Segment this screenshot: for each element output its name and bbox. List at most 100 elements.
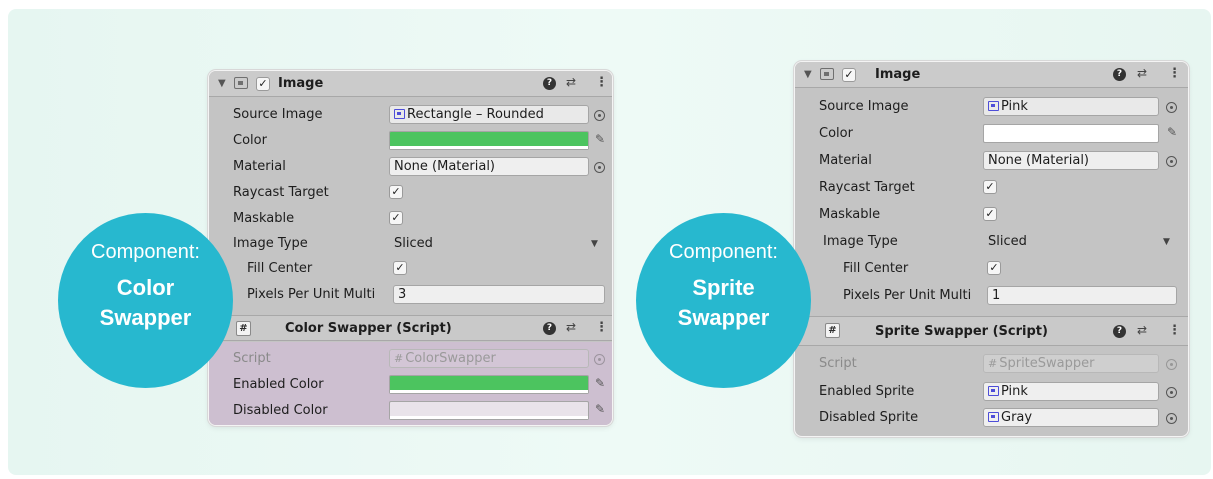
collapse-arrow-icon[interactable]: ▼ bbox=[218, 78, 226, 89]
callout-caption: Component: bbox=[91, 241, 200, 263]
enabled-sprite-value: Pink bbox=[1001, 384, 1028, 399]
help-icon[interactable]: ? bbox=[1113, 325, 1126, 338]
more-options-icon[interactable]: ⋮ bbox=[1168, 323, 1181, 338]
image-type-label: Image Type bbox=[233, 236, 308, 251]
disabled-sprite-label: Disabled Sprite bbox=[819, 410, 919, 425]
source-image-field[interactable]: Rectangle – Rounded bbox=[389, 105, 589, 124]
callout-name-line2: Swapper bbox=[677, 305, 770, 330]
pixels-per-unit-label: Pixels Per Unit Multi bbox=[247, 287, 376, 302]
object-picker-icon[interactable] bbox=[594, 110, 605, 121]
image-type-dropdown[interactable]: Sliced bbox=[389, 234, 606, 253]
sprite-swapper-callout: Component: Sprite Swapper bbox=[636, 213, 811, 388]
sprite-swapper-component-header[interactable]: # Sprite Swapper (Script) ? ⇄ ⋮ bbox=[795, 316, 1188, 346]
fill-center-label: Fill Center bbox=[247, 261, 313, 276]
more-options-icon[interactable]: ⋮ bbox=[595, 320, 608, 335]
image-type-label: Image Type bbox=[823, 234, 898, 249]
object-picker-icon[interactable] bbox=[1166, 387, 1177, 398]
preset-icon[interactable]: ⇄ bbox=[566, 320, 576, 334]
sprite-icon bbox=[394, 109, 405, 119]
help-icon[interactable]: ? bbox=[543, 77, 556, 90]
dropdown-arrow-icon[interactable]: ▼ bbox=[591, 239, 598, 249]
script-value: SpriteSwapper bbox=[999, 356, 1095, 371]
dropdown-arrow-icon[interactable]: ▼ bbox=[1163, 237, 1170, 247]
script-value: ColorSwapper bbox=[405, 351, 496, 366]
object-picker-icon[interactable] bbox=[1166, 102, 1177, 113]
source-image-value: Rectangle – Rounded bbox=[407, 107, 544, 122]
color-swatch[interactable] bbox=[983, 124, 1159, 143]
source-image-label: Source Image bbox=[819, 99, 909, 114]
callout-name: Sprite Swapper bbox=[636, 273, 811, 333]
object-picker-icon[interactable] bbox=[1166, 413, 1177, 424]
material-value: None (Material) bbox=[988, 153, 1090, 168]
component-enabled-checkbox[interactable]: ✓ bbox=[842, 68, 856, 82]
disabled-sprite-field[interactable]: Gray bbox=[983, 408, 1159, 427]
object-picker-icon[interactable] bbox=[1166, 156, 1177, 167]
help-icon[interactable]: ? bbox=[1113, 68, 1126, 81]
image-component-icon bbox=[820, 68, 834, 80]
callout-caption: Component: bbox=[669, 241, 778, 263]
material-value: None (Material) bbox=[394, 159, 496, 174]
source-image-value: Pink bbox=[1001, 99, 1028, 114]
fill-center-checkbox[interactable]: ✓ bbox=[987, 261, 1001, 275]
script-icon: # bbox=[825, 323, 840, 338]
maskable-checkbox[interactable]: ✓ bbox=[389, 211, 403, 225]
enabled-sprite-label: Enabled Sprite bbox=[819, 384, 915, 399]
component-title: Sprite Swapper (Script) bbox=[875, 324, 1048, 339]
raycast-target-checkbox[interactable]: ✓ bbox=[983, 180, 997, 194]
maskable-label: Maskable bbox=[819, 207, 881, 222]
callout-name-line2: Swapper bbox=[99, 305, 192, 330]
image-component-header[interactable]: ▼ ✓ Image ? ⇄ ⋮ bbox=[209, 71, 612, 97]
fill-center-label: Fill Center bbox=[843, 261, 909, 276]
material-field[interactable]: None (Material) bbox=[389, 157, 589, 176]
eyedropper-icon[interactable]: ✎ bbox=[595, 402, 605, 416]
preset-icon[interactable]: ⇄ bbox=[1137, 323, 1147, 337]
fill-center-checkbox[interactable]: ✓ bbox=[393, 261, 407, 275]
enabled-sprite-field[interactable]: Pink bbox=[983, 382, 1159, 401]
script-field: # SpriteSwapper bbox=[983, 354, 1159, 373]
component-title: Image bbox=[875, 67, 921, 82]
raycast-target-checkbox[interactable]: ✓ bbox=[389, 185, 403, 199]
disabled-color-swatch[interactable] bbox=[389, 401, 589, 420]
eyedropper-icon[interactable]: ✎ bbox=[595, 132, 605, 146]
inspector-panel-sprite-swapper: ▼ ✓ Image ? ⇄ ⋮ Source Image Pink Color … bbox=[794, 61, 1189, 437]
more-options-icon[interactable]: ⋮ bbox=[1168, 66, 1181, 81]
image-type-value: Sliced bbox=[394, 236, 433, 251]
disabled-color-label: Disabled Color bbox=[233, 403, 328, 418]
object-picker-icon bbox=[1166, 359, 1177, 370]
sprite-icon bbox=[988, 101, 999, 111]
image-component-header[interactable]: ▼ ✓ Image ? ⇄ ⋮ bbox=[795, 62, 1188, 88]
component-title: Image bbox=[278, 76, 324, 91]
sprite-icon bbox=[988, 386, 999, 396]
pixels-per-unit-field[interactable]: 1 bbox=[987, 286, 1177, 305]
script-label: Script bbox=[233, 351, 271, 366]
source-image-field[interactable]: Pink bbox=[983, 97, 1159, 116]
sprite-icon bbox=[988, 412, 999, 422]
more-options-icon[interactable]: ⋮ bbox=[595, 75, 608, 90]
color-swapper-component-header[interactable]: # Color Swapper (Script) ? ⇄ ⋮ bbox=[209, 315, 612, 341]
color-label: Color bbox=[233, 133, 267, 148]
script-field: # ColorSwapper bbox=[389, 349, 589, 368]
material-field[interactable]: None (Material) bbox=[983, 151, 1159, 170]
callout-name: Color Swapper bbox=[58, 273, 233, 333]
collapse-arrow-icon[interactable]: ▼ bbox=[804, 69, 812, 80]
component-title: Color Swapper (Script) bbox=[285, 321, 452, 336]
image-type-dropdown[interactable]: Sliced bbox=[983, 232, 1179, 251]
material-label: Material bbox=[819, 153, 872, 168]
help-icon[interactable]: ? bbox=[543, 322, 556, 335]
preset-icon[interactable]: ⇄ bbox=[566, 75, 576, 89]
pixels-per-unit-field[interactable]: 3 bbox=[393, 285, 605, 304]
maskable-label: Maskable bbox=[233, 211, 295, 226]
raycast-target-label: Raycast Target bbox=[233, 185, 329, 200]
maskable-checkbox[interactable]: ✓ bbox=[983, 207, 997, 221]
object-picker-icon[interactable] bbox=[594, 162, 605, 173]
enabled-color-swatch[interactable] bbox=[389, 375, 589, 394]
preset-icon[interactable]: ⇄ bbox=[1137, 66, 1147, 80]
component-enabled-checkbox[interactable]: ✓ bbox=[256, 77, 270, 91]
color-label: Color bbox=[819, 126, 853, 141]
pixels-per-unit-value: 1 bbox=[992, 288, 1001, 303]
color-swatch[interactable] bbox=[389, 131, 589, 150]
eyedropper-icon[interactable]: ✎ bbox=[595, 376, 605, 390]
script-label: Script bbox=[819, 356, 857, 371]
eyedropper-icon[interactable]: ✎ bbox=[1167, 125, 1177, 139]
inspector-panel-color-swapper: ▼ ✓ Image ? ⇄ ⋮ Source Image Rectangle –… bbox=[208, 70, 613, 426]
